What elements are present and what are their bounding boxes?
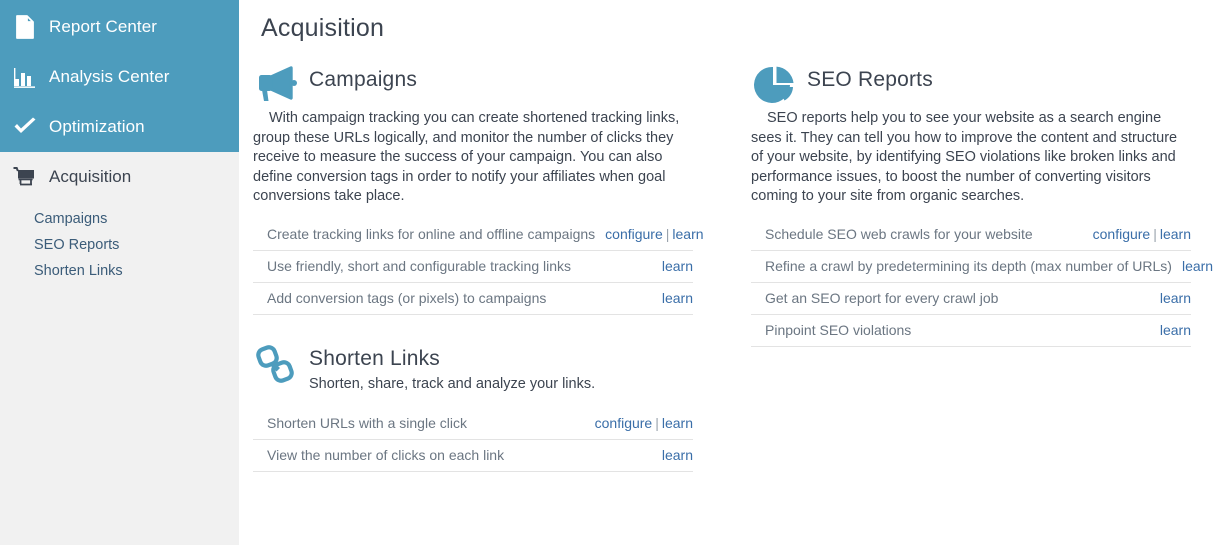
card-description: Shorten, share, track and analyze your l…: [309, 375, 596, 392]
learn-link[interactable]: learn: [1160, 290, 1191, 306]
card-title: Shorten Links: [309, 346, 441, 370]
sidebar-item-label: Optimization: [49, 117, 145, 136]
document-icon: [12, 14, 38, 40]
learn-link[interactable]: learn: [662, 447, 693, 463]
main-content: Acquisition Campaigns With campaign trac…: [239, 0, 1223, 545]
action-separator: |: [655, 415, 659, 431]
feature-label: Shorten URLs with a single click: [267, 415, 467, 431]
pie-chart-icon: [751, 62, 799, 106]
card-header: Shorten Links Shorten, share, track and …: [253, 341, 693, 395]
sidebar-item-label: Acquisition: [49, 167, 132, 186]
feature-label: Pinpoint SEO violations: [765, 321, 912, 338]
learn-link[interactable]: learn: [1160, 322, 1191, 338]
feature-label: Get an SEO report for every crawl job: [765, 289, 999, 306]
configure-link[interactable]: configure: [605, 226, 663, 242]
card-description: With campaign tracking you can create sh…: [253, 110, 680, 204]
feature-actions: configure | learn: [595, 415, 693, 431]
shopping-cart-icon: [12, 164, 38, 190]
feature-row: Shorten URLs with a single click configu…: [253, 408, 693, 440]
configure-link[interactable]: configure: [1093, 226, 1151, 242]
sidebar-subitem-shorten-links[interactable]: Shorten Links: [34, 258, 239, 284]
card-description: SEO reports help you to see your website…: [751, 110, 1178, 204]
right-column: SEO Reports SEO reports help you to see …: [751, 62, 1213, 496]
sidebar-item-analysis-center[interactable]: Analysis Center: [0, 52, 239, 102]
feature-row: Add conversion tags (or pixels) to campa…: [253, 283, 693, 315]
feature-row: Pinpoint SEO violations learn: [751, 315, 1191, 347]
learn-link[interactable]: learn: [1160, 226, 1191, 242]
feature-actions: configure | learn: [1093, 226, 1191, 242]
feature-label: View the number of clicks on each link: [267, 447, 505, 463]
sidebar-item-optimization[interactable]: Optimization: [0, 102, 239, 152]
feature-label: Refine a crawl by predetermining its dep…: [765, 257, 1172, 274]
feature-actions: learn: [1160, 322, 1191, 338]
sidebar-primary-nav: Report Center Analysis Center Optimizati…: [0, 0, 239, 152]
feature-label: Create tracking links for online and off…: [267, 225, 596, 242]
action-separator: |: [1153, 225, 1157, 242]
card-seo-reports: SEO Reports SEO reports help you to see …: [751, 62, 1213, 347]
card-rows: Shorten URLs with a single click configu…: [253, 408, 693, 472]
learn-link[interactable]: learn: [662, 415, 693, 431]
sidebar-item-report-center[interactable]: Report Center: [0, 2, 239, 52]
feature-label: Use friendly, short and configurable tra…: [267, 257, 572, 274]
page-title: Acquisition: [261, 14, 385, 42]
learn-link[interactable]: learn: [662, 258, 693, 274]
feature-row: View the number of clicks on each link l…: [253, 440, 693, 472]
feature-row: Get an SEO report for every crawl job le…: [751, 283, 1191, 315]
sidebar-sub-nav: Campaigns SEO Reports Shorten Links: [0, 202, 239, 284]
feature-actions: learn: [1182, 258, 1213, 274]
learn-link[interactable]: learn: [1182, 258, 1213, 274]
feature-actions: learn: [1160, 290, 1191, 306]
action-separator: |: [665, 225, 670, 242]
feature-row: Refine a crawl by predetermining its dep…: [751, 251, 1213, 283]
feature-label: Schedule SEO web crawls for your website: [765, 225, 1033, 242]
card-title: Campaigns: [309, 68, 418, 91]
configure-link[interactable]: configure: [595, 415, 653, 431]
sidebar-item-acquisition[interactable]: Acquisition: [0, 152, 239, 202]
learn-link[interactable]: learn: [672, 226, 703, 242]
cards-columns: Campaigns With campaign tracking you can…: [239, 62, 1223, 496]
card-shorten-links: Shorten Links Shorten, share, track and …: [253, 341, 693, 472]
left-column: Campaigns With campaign tracking you can…: [253, 62, 704, 496]
feature-row: Schedule SEO web crawls for your website…: [751, 219, 1191, 251]
sidebar: Report Center Analysis Center Optimizati…: [0, 0, 239, 545]
card-header: Campaigns: [253, 62, 693, 108]
feature-row: Use friendly, short and configurable tra…: [253, 251, 693, 283]
sidebar-item-label: Analysis Center: [49, 67, 170, 86]
card-campaigns: Campaigns With campaign tracking you can…: [253, 62, 704, 315]
megaphone-icon: [253, 62, 301, 106]
card-title: SEO Reports: [807, 68, 933, 91]
check-icon: [12, 114, 38, 140]
app-root: Report Center Analysis Center Optimizati…: [0, 0, 1223, 545]
feature-actions: learn: [662, 258, 693, 274]
sidebar-item-label: Report Center: [49, 17, 158, 36]
card-header: SEO Reports: [751, 62, 1191, 108]
card-rows: Schedule SEO web crawls for your website…: [751, 219, 1213, 347]
chain-link-icon: [253, 341, 301, 385]
bar-chart-icon: [12, 64, 38, 90]
feature-actions: learn: [662, 290, 693, 306]
feature-row: Create tracking links for online and off…: [253, 219, 704, 251]
feature-actions: configure | learn: [605, 226, 703, 242]
sidebar-subitem-seo-reports[interactable]: SEO Reports: [34, 232, 239, 258]
feature-label: Add conversion tags (or pixels) to campa…: [267, 289, 547, 306]
learn-link[interactable]: learn: [662, 290, 693, 306]
card-rows: Create tracking links for online and off…: [253, 219, 704, 315]
feature-actions: learn: [662, 447, 693, 463]
sidebar-subitem-campaigns[interactable]: Campaigns: [34, 206, 239, 232]
